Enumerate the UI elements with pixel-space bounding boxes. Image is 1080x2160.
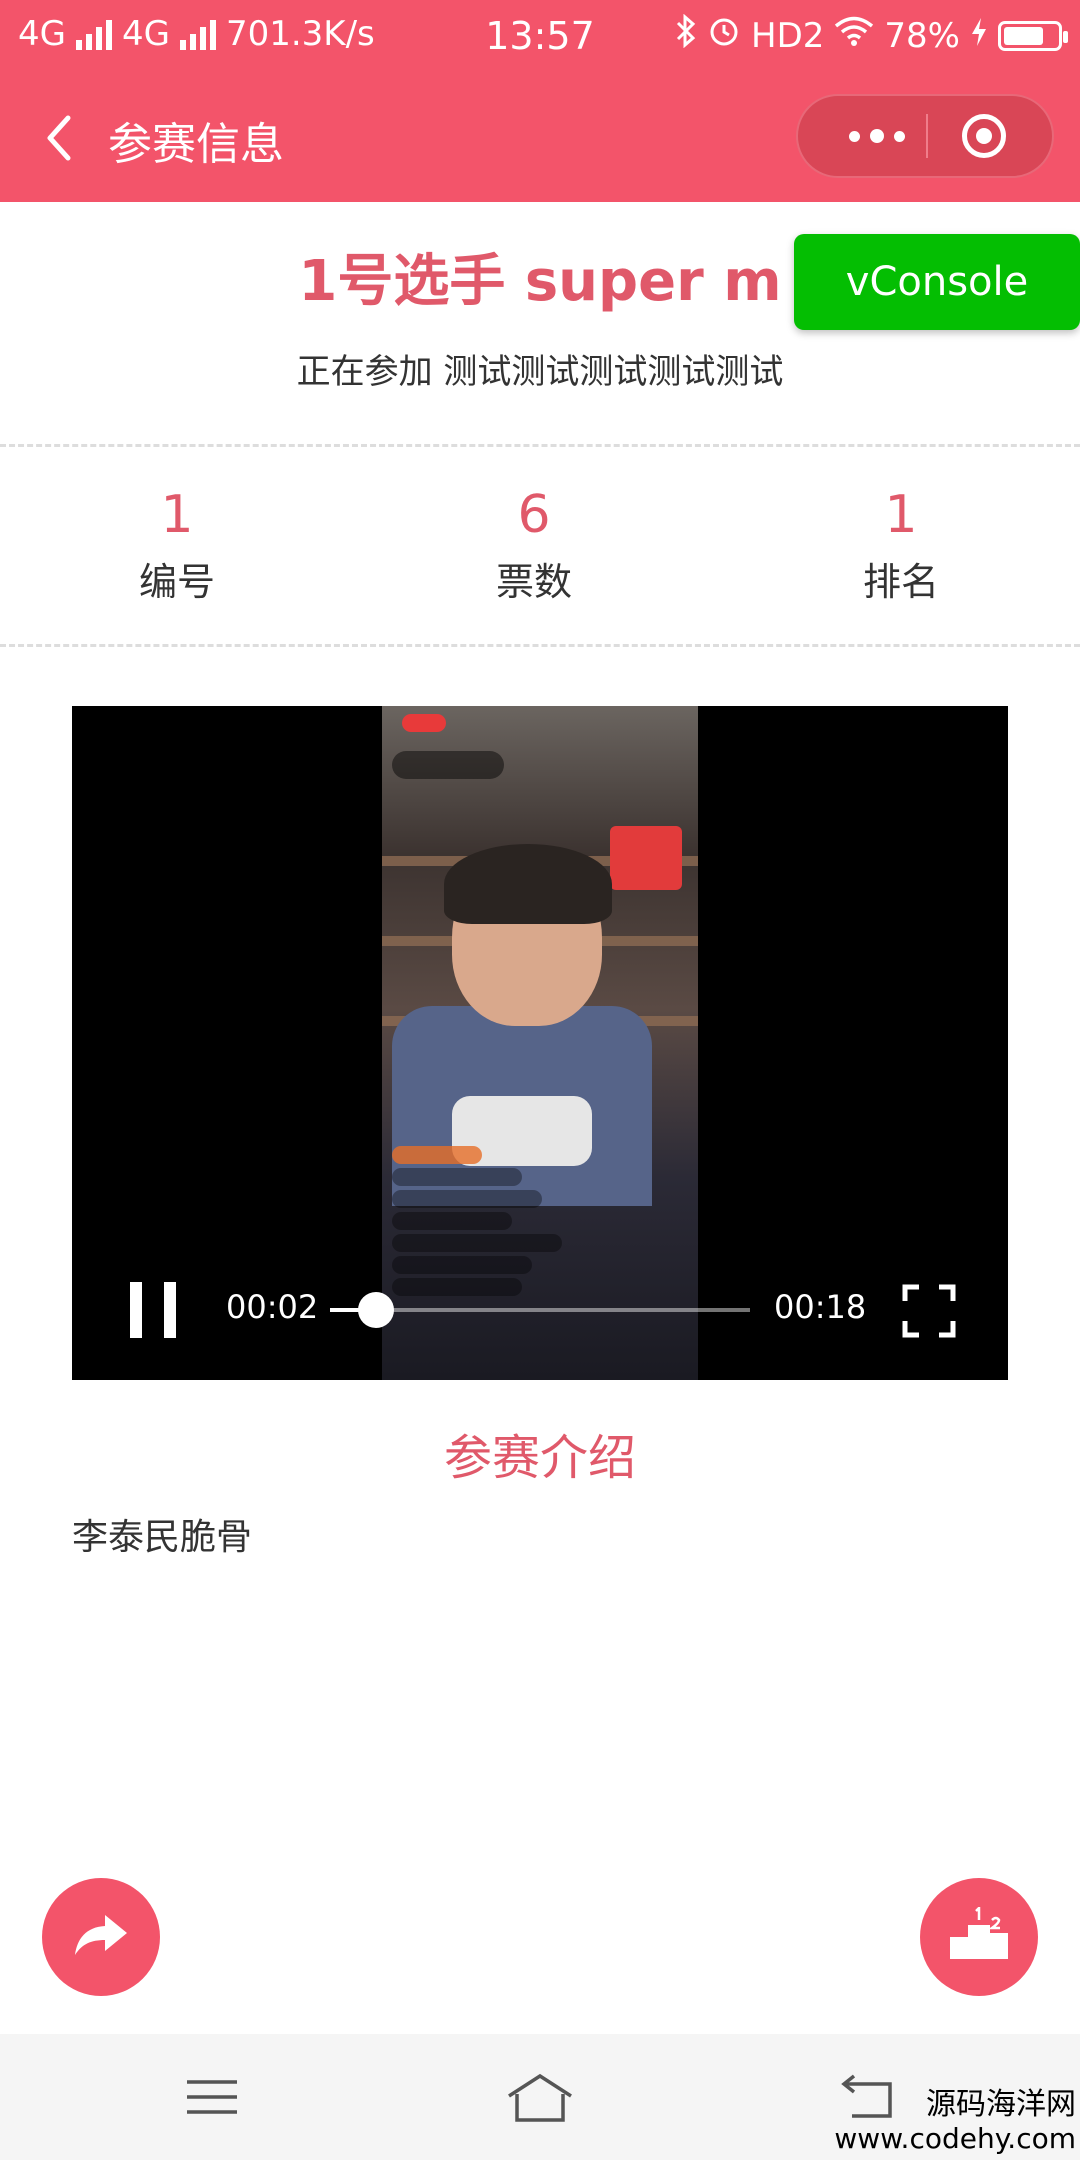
watermark-line: www.codehy.com (834, 2122, 1076, 2155)
contest-subtitle: 正在参加 测试测试测试测试测试 (296, 352, 784, 392)
duration: 00:18 (774, 1288, 867, 1326)
hd-label: HD2 (751, 15, 825, 56)
red-packet-sticker (610, 826, 682, 890)
battery-percent: 78% (884, 15, 960, 56)
stat-label: 排名 (862, 560, 939, 604)
share-icon (73, 1911, 129, 1963)
stat-value: 6 (517, 485, 551, 545)
stats-row: 1 编号 6 票数 1 排名 (0, 478, 1080, 648)
stat-number: 1 编号 (27, 478, 327, 612)
live-badge (402, 714, 446, 732)
battery-icon (998, 20, 1068, 51)
video-figure (444, 844, 612, 924)
share-button[interactable] (42, 1878, 160, 1996)
pause-icon[interactable] (130, 1282, 176, 1338)
stat-label: 编号 (138, 560, 215, 604)
menu-capsule (796, 94, 1054, 178)
status-bar: 4G 4G 701.3K/s 13:57 HD2 78% (0, 0, 1080, 74)
stat-value: 1 (160, 485, 194, 545)
progress-slider[interactable] (330, 1292, 750, 1328)
stat-rank: 1 排名 (751, 478, 1051, 612)
home-icon[interactable] (505, 2072, 572, 2122)
back-arrow-icon[interactable] (36, 112, 88, 164)
current-time: 00:02 (226, 1288, 319, 1326)
charging-icon (970, 16, 988, 56)
nav-bar: 参赛信息 (0, 74, 1080, 202)
fullscreen-icon[interactable] (902, 1284, 956, 1338)
stat-value: 1 (884, 485, 918, 545)
intro-title: 参赛介绍 (443, 1430, 636, 1486)
wifi-icon (834, 15, 874, 56)
stat-votes: 6 票数 (384, 478, 684, 612)
capsule-divider (926, 114, 928, 158)
menu-icon[interactable] (182, 2072, 242, 2122)
alarm-icon (707, 14, 741, 57)
close-miniprogram-icon[interactable] (962, 114, 1006, 158)
streamer-badge (392, 751, 504, 779)
vconsole-button[interactable]: vConsole (794, 234, 1080, 330)
intro-text: 李泰民脆骨 (72, 1517, 253, 1558)
status-right: HD2 78% (675, 13, 1068, 57)
progress-thumb[interactable] (358, 1292, 395, 1328)
divider (0, 644, 1080, 647)
video-controls: 00:02 00:18 (72, 1230, 1008, 1380)
system-nav-bar: 源码海洋网 www.codehy.com (0, 2034, 1080, 2160)
watermark-line: 源码海洋网 (926, 2087, 1076, 2122)
video-player[interactable]: 00:02 00:18 (72, 706, 1008, 1380)
ranking-button[interactable] (920, 1878, 1038, 1996)
page-title: 参赛信息 (108, 119, 284, 170)
bluetooth-icon (675, 13, 697, 57)
stat-label: 票数 (495, 560, 572, 604)
more-icon[interactable] (832, 96, 922, 176)
watermark: 源码海洋网 www.codehy.com (834, 2088, 1076, 2156)
podium-icon (948, 1904, 1010, 1967)
divider (0, 444, 1080, 447)
